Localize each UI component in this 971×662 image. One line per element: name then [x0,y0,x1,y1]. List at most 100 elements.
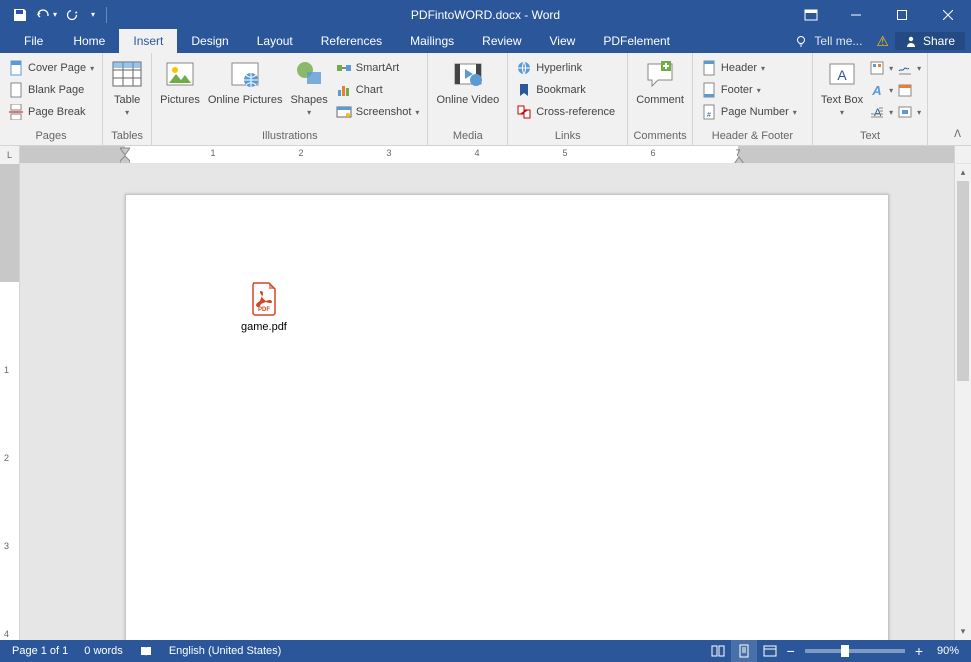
header-icon [701,60,717,76]
tab-home[interactable]: Home [59,29,119,53]
tell-me-input[interactable]: Tell me... [786,34,870,48]
header-button[interactable]: Header ▾ [697,57,801,79]
print-layout-button[interactable] [731,640,757,662]
wordart-icon: A [869,82,885,98]
table-button[interactable]: Table ▾ [107,55,147,117]
person-icon [905,35,917,47]
save-button[interactable] [8,3,32,27]
document-page[interactable]: PDF game.pdf [125,194,889,640]
shapes-label: Shapes [290,94,327,106]
customize-qat-button[interactable]: ▾ [86,3,100,27]
vertical-scrollbar[interactable]: ▴ ▾ [954,164,971,640]
file-tab[interactable]: File [8,29,59,53]
smartart-label: SmartArt [356,62,399,74]
collapse-ribbon-button[interactable]: ᐱ [950,127,965,142]
chevron-down-icon: ▾ [889,64,893,73]
tab-insert[interactable]: Insert [119,29,177,53]
zoom-in-button[interactable]: + [911,644,927,658]
tab-view[interactable]: View [536,29,590,53]
tab-pdfelement[interactable]: PDFelement [589,29,684,53]
zoom-slider-handle[interactable] [841,645,849,657]
group-tables: Table ▾ Tables [103,53,152,145]
tab-selector[interactable]: L [0,146,20,164]
shapes-button[interactable]: Shapes ▾ [286,55,331,117]
wordart-button[interactable]: A ▾ [867,79,895,101]
svg-text:PDF: PDF [258,307,270,313]
footer-button[interactable]: Footer ▾ [697,79,801,101]
chart-label: Chart [356,84,383,96]
maximize-button[interactable] [879,0,925,29]
word-count-status[interactable]: 0 words [76,640,131,662]
quick-parts-button[interactable]: ▾ [867,57,895,79]
page-number-status[interactable]: Page 1 of 1 [4,640,76,662]
drop-cap-button[interactable]: A ▾ [867,101,895,123]
zoom-slider[interactable] [805,649,905,653]
cover-page-button[interactable]: Cover Page ▾ [4,57,98,79]
zoom-level[interactable]: 90% [927,640,967,662]
hyperlink-button[interactable]: Hyperlink [512,57,619,79]
undo-button[interactable]: ▾ [34,3,58,27]
tab-references[interactable]: References [307,29,396,53]
blank-page-button[interactable]: Blank Page [4,79,98,101]
language-status[interactable]: English (United States) [161,640,290,662]
vertical-ruler[interactable]: 1 2 3 4 [0,164,20,640]
hanging-indent-marker[interactable] [120,155,130,163]
tab-layout[interactable]: Layout [243,29,307,53]
chart-button[interactable]: Chart [332,79,424,101]
scroll-down-button[interactable]: ▾ [955,623,971,640]
save-icon [12,7,28,23]
page-break-icon [8,104,24,120]
date-time-button[interactable] [895,79,923,101]
close-button[interactable] [925,0,971,29]
text-box-button[interactable]: A Text Box ▾ [817,55,867,117]
footer-icon [701,82,717,98]
scroll-up-button[interactable]: ▴ [955,164,971,181]
share-button[interactable]: Share [895,32,965,50]
read-mode-icon [710,644,726,658]
smartart-button[interactable]: SmartArt [332,57,424,79]
pictures-button[interactable]: Pictures [156,55,204,106]
pdf-file-icon: PDF [248,281,280,317]
object-button[interactable]: ▾ [895,101,923,123]
read-mode-button[interactable] [705,640,731,662]
chevron-down-icon: ▾ [125,108,129,117]
signature-line-button[interactable]: ▾ [895,57,923,79]
redo-button[interactable] [60,3,84,27]
page-break-button[interactable]: Page Break [4,101,98,123]
ribbon-display-options-button[interactable] [793,3,829,27]
group-pages-label: Pages [4,128,98,145]
document-scroll-area[interactable]: PDF game.pdf [20,164,954,640]
online-video-button[interactable]: Online Video [432,55,503,106]
minimize-button[interactable] [833,0,879,29]
screenshot-button[interactable]: Screenshot ▾ [332,101,424,123]
embedded-pdf-object[interactable]: PDF game.pdf [241,281,287,333]
embedded-object-filename: game.pdf [241,321,287,333]
page-number-button[interactable]: # Page Number ▾ [697,101,801,123]
status-bar: Page 1 of 1 0 words English (United Stat… [0,640,971,662]
zoom-out-button[interactable]: − [783,644,799,658]
spell-check-status[interactable] [131,640,161,662]
cross-reference-button[interactable]: Cross-reference [512,101,619,123]
bookmark-button[interactable]: Bookmark [512,79,619,101]
comment-icon [644,58,676,90]
print-layout-icon [736,644,752,658]
online-pictures-button[interactable]: Online Pictures [204,55,287,106]
svg-text:#: # [707,112,711,119]
page-number-label: Page Number [721,106,789,118]
blank-page-icon [8,82,24,98]
right-indent-marker[interactable] [734,155,744,163]
tab-review[interactable]: Review [468,29,535,53]
comment-button[interactable]: Comment [632,55,688,106]
web-layout-button[interactable] [757,640,783,662]
date-time-icon [897,82,913,98]
tab-mailings[interactable]: Mailings [396,29,468,53]
tab-design[interactable]: Design [177,29,242,53]
group-text: A Text Box ▾ ▾ A ▾ A ▾ [813,53,928,145]
group-links: Hyperlink Bookmark Cross-reference Links [508,53,628,145]
warning-icon[interactable]: ⚠ [876,33,889,50]
chart-icon [336,82,352,98]
horizontal-ruler[interactable]: 1 2 3 4 5 6 7 [20,146,954,163]
chevron-down-icon: ▾ [91,10,95,19]
scroll-thumb[interactable] [957,181,969,381]
title-bar: ▾ ▾ PDFintoWORD.docx - Word [0,0,971,29]
